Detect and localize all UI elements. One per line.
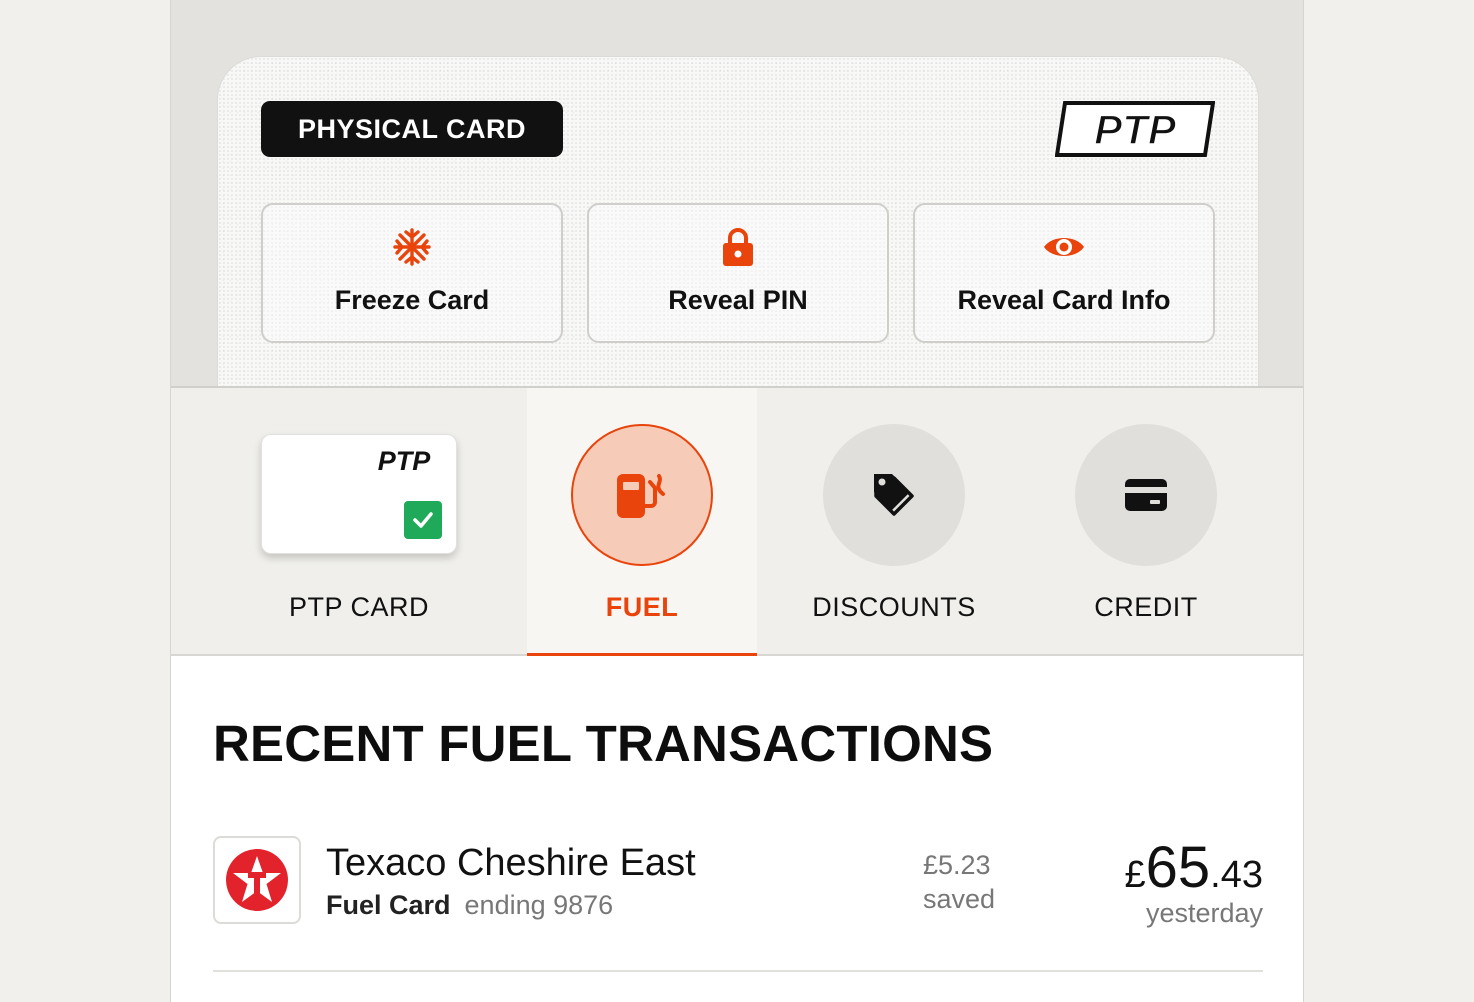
reveal-pin-button[interactable]: Reveal PIN — [587, 203, 889, 343]
tab-fuel-label: FUEL — [605, 592, 679, 622]
texaco-logo-icon — [213, 836, 301, 924]
reveal-pin-label: Reveal PIN — [668, 285, 808, 315]
ptp-logo: PTP — [1054, 101, 1216, 157]
physical-card-panel: PHYSICAL CARD PTP Freeze Card Reveal PIN… — [217, 56, 1259, 416]
tab-discounts[interactable]: DISCOUNTS — [812, 388, 975, 656]
app-screen: PHYSICAL CARD PTP Freeze Card Reveal PIN… — [170, 0, 1304, 1002]
merchant-name: Texaco Cheshire East — [326, 842, 696, 884]
savings: £5.23 saved — [923, 848, 995, 916]
reveal-card-info-label: Reveal Card Info — [957, 285, 1171, 315]
card-info: Fuel Card ending 9876 — [326, 890, 613, 921]
card-ending: ending 9876 — [464, 890, 614, 920]
transactions-section: RECENT FUEL TRANSACTIONS Texaco Cheshire… — [171, 656, 1303, 1002]
ptp-card-thumbnail: PTP — [261, 434, 457, 554]
snowflake-icon — [393, 227, 431, 267]
section-title: RECENT FUEL TRANSACTIONS — [213, 715, 994, 772]
tab-discounts-label: DISCOUNTS — [812, 592, 976, 622]
category-tabs: PTP PTP CARD FUEL DISCOUNTS CREDIT — [171, 386, 1303, 658]
lock-icon — [721, 227, 755, 267]
tag-icon — [823, 424, 965, 566]
tab-ptp-card-label: PTP CARD — [288, 592, 430, 622]
physical-card-badge: PHYSICAL CARD — [261, 101, 563, 157]
credit-card-icon — [1075, 424, 1217, 566]
tab-ptp-card[interactable]: PTP PTP CARD — [261, 388, 457, 656]
eye-icon — [1042, 227, 1086, 267]
amount-main: 65 — [1145, 835, 1211, 900]
amount-decimal: .43 — [1210, 854, 1263, 896]
tab-fuel[interactable]: FUEL — [527, 388, 757, 658]
saved-amount: £5.23 — [923, 850, 991, 880]
amount-currency: £ — [1124, 854, 1146, 896]
tab-credit[interactable]: CREDIT — [1075, 388, 1217, 656]
selected-check-icon — [404, 501, 442, 539]
card-type: Fuel Card — [326, 890, 451, 920]
svg-text:PTP: PTP — [378, 446, 432, 476]
saved-label: saved — [923, 884, 996, 914]
svg-text:PTP: PTP — [1094, 106, 1177, 153]
tab-credit-label: CREDIT — [1094, 592, 1198, 622]
divider — [213, 970, 1263, 972]
transaction-time: yesterday — [1145, 898, 1263, 928]
fuel-pump-icon — [571, 424, 713, 566]
freeze-card-label: Freeze Card — [334, 285, 490, 315]
freeze-card-button[interactable]: Freeze Card — [261, 203, 563, 343]
transaction-amount: £65.43 — [1125, 834, 1263, 901]
reveal-card-info-button[interactable]: Reveal Card Info — [913, 203, 1215, 343]
